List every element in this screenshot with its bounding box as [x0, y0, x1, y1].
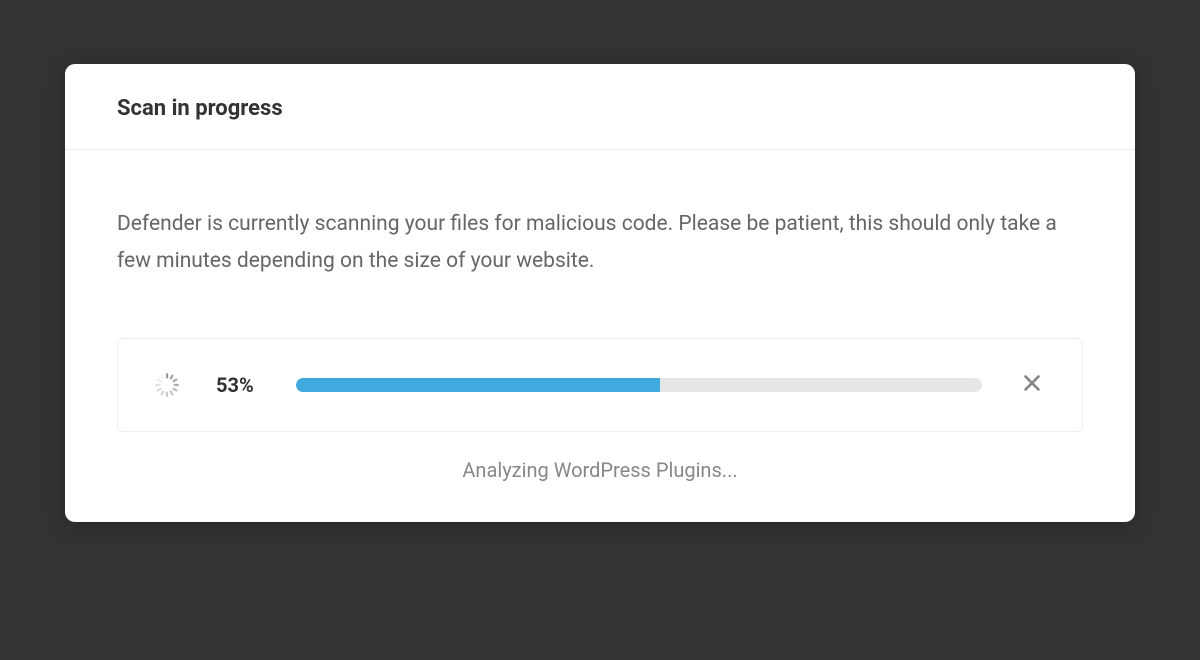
close-icon — [1021, 372, 1043, 397]
progress-bar — [296, 378, 982, 392]
spinner-icon — [154, 372, 180, 398]
progress-panel: 53% — [117, 338, 1083, 432]
progress-percent-label: 53% — [216, 373, 260, 397]
scan-progress-card: Scan in progress Defender is currently s… — [65, 64, 1135, 522]
card-title: Scan in progress — [117, 96, 1083, 121]
progress-bar-fill — [296, 378, 660, 392]
card-body: Defender is currently scanning your file… — [65, 150, 1135, 522]
scan-description: Defender is currently scanning your file… — [117, 206, 1083, 280]
scan-status-text: Analyzing WordPress Plugins... — [117, 458, 1083, 482]
cancel-scan-button[interactable] — [1018, 371, 1046, 399]
card-header: Scan in progress — [65, 64, 1135, 150]
